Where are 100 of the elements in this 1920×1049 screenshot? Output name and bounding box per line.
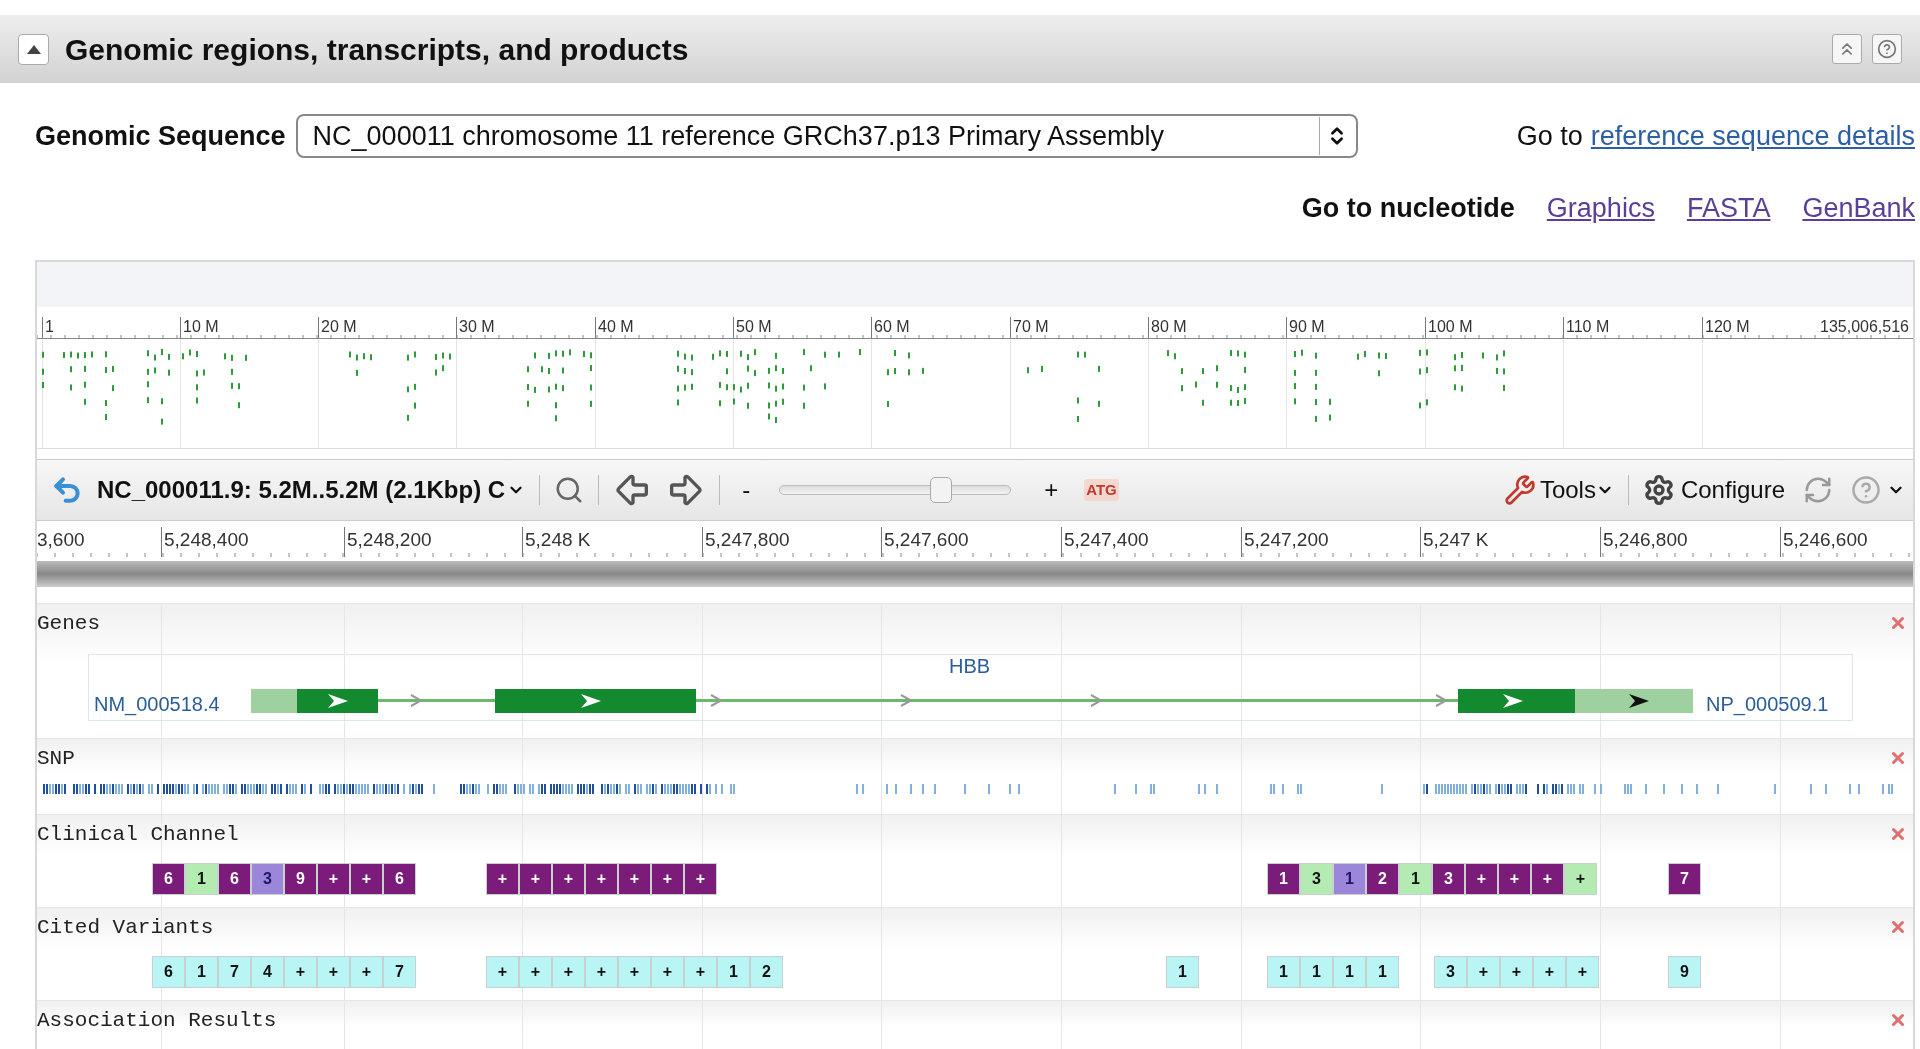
variant-count[interactable]: 1: [1399, 863, 1432, 895]
collapse-all-button[interactable]: [1832, 34, 1862, 64]
overview-tick-label: 10 M: [183, 317, 219, 337]
sequence-button[interactable]: ATG: [1084, 478, 1119, 502]
track-title: Cited Variants: [37, 915, 214, 941]
help-icon[interactable]: [1851, 475, 1881, 505]
variant-count[interactable]: 1: [1267, 956, 1300, 988]
variant-count[interactable]: 6: [383, 863, 416, 895]
close-icon[interactable]: [1889, 749, 1907, 767]
variant-count[interactable]: 6: [218, 863, 251, 895]
variant-count[interactable]: 2: [1366, 863, 1399, 895]
variant-count[interactable]: +: [1498, 863, 1531, 895]
variant-count[interactable]: 9: [284, 863, 317, 895]
help-icon: [1877, 39, 1897, 59]
variant-count[interactable]: +: [552, 863, 585, 895]
refresh-icon[interactable]: [1803, 475, 1833, 505]
genomic-sequence-select[interactable]: NC_000011 chromosome 11 reference GRCh37.p13 Primary Assembly: [295, 114, 1358, 158]
tools-button[interactable]: Tools: [1503, 472, 1614, 508]
overview-tick-label: 1: [45, 317, 54, 337]
collapse-button[interactable]: [18, 33, 49, 65]
zoom-out-button[interactable]: -: [734, 472, 759, 508]
overview-tick-label: 90 M: [1289, 317, 1325, 337]
variant-count[interactable]: +: [1500, 956, 1533, 988]
nucleotide-link[interactable]: Graphics: [1546, 187, 1655, 229]
track-title: Clinical Channel: [37, 822, 239, 848]
variant-count[interactable]: +: [317, 956, 350, 988]
variant-count[interactable]: +: [1564, 863, 1597, 895]
variant-count[interactable]: +: [618, 863, 651, 895]
variant-count[interactable]: 7: [383, 956, 416, 988]
close-icon[interactable]: [1889, 825, 1907, 843]
variant-count[interactable]: +: [684, 956, 717, 988]
variant-count[interactable]: 1: [1333, 863, 1366, 895]
variant-count[interactable]: +: [618, 956, 651, 988]
variant-count[interactable]: 3: [1300, 863, 1333, 895]
transcript-label[interactable]: NM_000518.4: [94, 689, 220, 719]
variant-count[interactable]: 6: [152, 956, 185, 988]
close-icon[interactable]: [1889, 918, 1907, 936]
variant-count[interactable]: +: [585, 863, 618, 895]
variant-count[interactable]: +: [552, 956, 585, 988]
variant-count[interactable]: +: [284, 956, 317, 988]
overview-tick-label: 60 M: [874, 317, 910, 337]
scroll-bar[interactable]: [37, 561, 1913, 587]
variant-count[interactable]: 1: [1333, 956, 1366, 988]
location-dropdown[interactable]: NC_000011.9: 5.2M..5.2M (2.1Kbp) C: [97, 472, 526, 508]
variant-count[interactable]: 7: [218, 956, 251, 988]
variant-count[interactable]: +: [486, 956, 519, 988]
nucleotide-link[interactable]: GenBank: [1802, 187, 1915, 229]
variant-count[interactable]: +: [684, 863, 717, 895]
variant-count[interactable]: 1: [1166, 956, 1199, 988]
gear-icon: [1642, 474, 1675, 506]
section-title: Genomic regions, transcripts, and products: [65, 31, 689, 68]
variant-count[interactable]: +: [585, 956, 618, 988]
variant-count[interactable]: +: [519, 863, 552, 895]
overview-tick-label: 120 M: [1705, 317, 1750, 337]
reference-link-prefix: Go to: [1516, 119, 1583, 153]
variant-count[interactable]: +: [519, 956, 552, 988]
variant-count[interactable]: 1: [1267, 863, 1300, 895]
ruler-label: 5,247,800: [705, 528, 790, 552]
configure-button[interactable]: Configure: [1642, 472, 1785, 508]
variant-count[interactable]: 3: [1432, 863, 1465, 895]
gene-model-drawing[interactable]: [251, 688, 1693, 714]
variant-count[interactable]: 1: [1300, 956, 1333, 988]
variant-count[interactable]: 2: [750, 956, 783, 988]
variant-count[interactable]: +: [1531, 863, 1564, 895]
variant-count[interactable]: 1: [1366, 956, 1399, 988]
variant-count[interactable]: 1: [717, 956, 750, 988]
variant-count[interactable]: 7: [1668, 863, 1701, 895]
help-button[interactable]: [1872, 34, 1902, 64]
close-icon[interactable]: [1889, 1011, 1907, 1029]
variant-count[interactable]: +: [1467, 956, 1500, 988]
variant-count[interactable]: 3: [251, 863, 284, 895]
variant-count[interactable]: +: [1465, 863, 1498, 895]
overview-tick-label: 80 M: [1151, 317, 1187, 337]
zoom-slider-thumb[interactable]: [930, 477, 953, 503]
overview-tick-label: 20 M: [321, 317, 357, 337]
variant-count[interactable]: +: [651, 956, 684, 988]
variant-count[interactable]: 3: [1434, 956, 1467, 988]
variant-count[interactable]: +: [651, 863, 684, 895]
variant-count[interactable]: 9: [1668, 956, 1701, 988]
gene-label[interactable]: HBB: [949, 651, 991, 681]
variant-count[interactable]: +: [1533, 956, 1566, 988]
ruler-label: 5,247,600: [884, 528, 969, 552]
back-icon[interactable]: [51, 474, 83, 506]
variant-count[interactable]: 1: [185, 863, 218, 895]
variant-count[interactable]: 1: [185, 956, 218, 988]
variant-count[interactable]: +: [350, 956, 383, 988]
protein-label[interactable]: NP_000509.1: [1706, 689, 1829, 719]
track-title: SNP: [37, 746, 75, 772]
nucleotide-link[interactable]: FASTA: [1686, 187, 1771, 229]
variant-count[interactable]: +: [350, 863, 383, 895]
variant-count[interactable]: +: [486, 863, 519, 895]
variant-count[interactable]: +: [317, 863, 350, 895]
variant-count[interactable]: 6: [152, 863, 185, 895]
ruler-label: 3,600: [37, 528, 85, 552]
variant-count[interactable]: 4: [251, 956, 284, 988]
reference-sequence-link[interactable]: reference sequence details: [1590, 115, 1915, 157]
variant-count[interactable]: +: [1566, 956, 1599, 988]
overview-tick-label: 70 M: [1013, 317, 1049, 337]
close-icon[interactable]: [1889, 614, 1907, 632]
zoom-in-button[interactable]: +: [1036, 472, 1067, 508]
